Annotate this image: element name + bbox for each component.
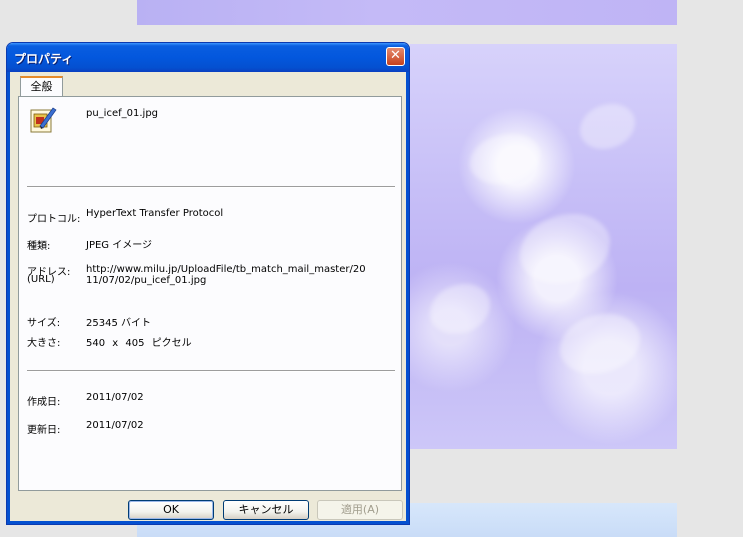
address-value-line2[interactable]: 11/07/02/pu_icef_01.jpg bbox=[86, 275, 206, 286]
background-image-top-strip bbox=[137, 0, 677, 25]
dialog-title: プロパティ bbox=[14, 52, 74, 66]
apply-button[interactable]: 適用(A) bbox=[317, 500, 403, 520]
dimensions-label: 大きさ: bbox=[27, 338, 61, 349]
close-icon: ✕ bbox=[390, 48, 401, 63]
size-label: サイズ: bbox=[27, 318, 61, 329]
dialog-titlebar[interactable]: プロパティ ✕ bbox=[7, 43, 409, 72]
protocol-label: プロトコル: bbox=[27, 214, 81, 225]
ok-button[interactable]: OK bbox=[128, 500, 214, 520]
background-flower-image bbox=[410, 44, 677, 449]
created-date-value: 2011/07/02 bbox=[86, 392, 144, 403]
address-url-label: (URL) bbox=[27, 274, 55, 285]
properties-dialog: プロパティ ✕ 全般 pu_icef_01.jpg プロトコル: HyperTe… bbox=[6, 42, 410, 525]
tab-general[interactable]: 全般 bbox=[20, 76, 63, 97]
cancel-button[interactable]: キャンセル bbox=[223, 500, 309, 520]
general-tab-panel: pu_icef_01.jpg プロトコル: HyperText Transfer… bbox=[18, 96, 402, 491]
jpeg-image-file-icon bbox=[30, 107, 57, 133]
modified-date-label: 更新日: bbox=[27, 425, 61, 436]
file-name: pu_icef_01.jpg bbox=[86, 108, 159, 119]
dimensions-value: 540 x 405 ピクセル bbox=[86, 338, 192, 349]
created-date-label: 作成日: bbox=[27, 397, 61, 408]
type-value: JPEG イメージ bbox=[86, 240, 153, 251]
separator bbox=[27, 186, 395, 188]
modified-date-value: 2011/07/02 bbox=[86, 420, 144, 431]
protocol-value: HyperText Transfer Protocol bbox=[86, 208, 224, 219]
size-value: 25345 バイト bbox=[86, 318, 151, 329]
separator bbox=[27, 370, 395, 372]
type-label: 種類: bbox=[27, 241, 51, 252]
close-button[interactable]: ✕ bbox=[386, 47, 405, 66]
address-value-line1[interactable]: http://www.milu.jp/UploadFile/tb_match_m… bbox=[86, 264, 366, 275]
